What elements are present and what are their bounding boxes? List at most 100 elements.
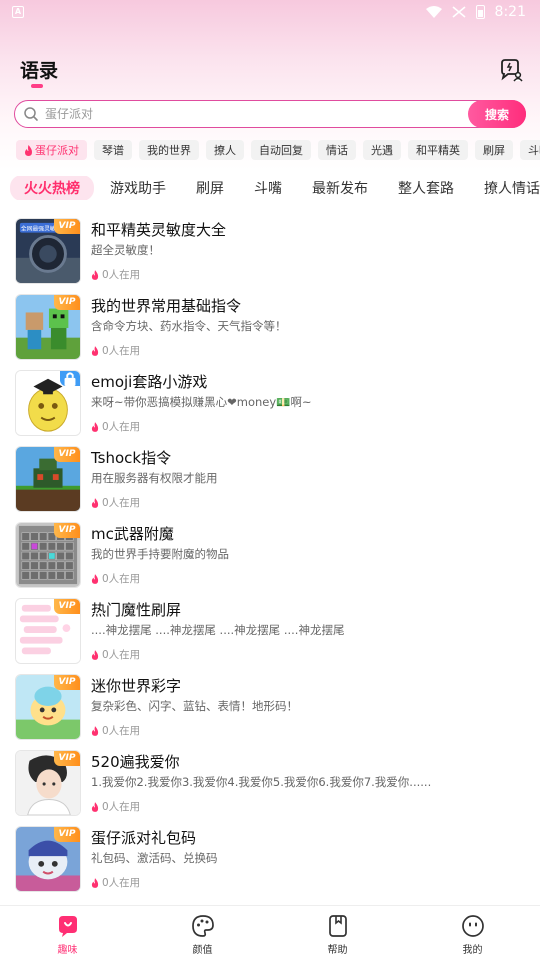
item-thumbnail: VIP	[15, 446, 81, 512]
item-title: 蛋仔派对礼包码	[91, 829, 197, 847]
list-item[interactable]: VIP mc武器附魔 我的世界手持要附魔的物品 0人在用	[0, 518, 540, 594]
item-description: 我的世界手持要附魔的物品	[91, 547, 229, 561]
item-description: 1.我爱你2.我爱你3.我爱你4.我爱你5.我爱你6.我爱你7.我爱你.....…	[91, 775, 432, 789]
item-usage: 0人在用	[91, 875, 140, 890]
item-thumbnail: VIP	[15, 522, 81, 588]
tag-item[interactable]: 情话	[318, 140, 356, 160]
tab-latest[interactable]: 最新发布	[312, 178, 368, 198]
item-thumbnail: VIP	[15, 294, 81, 360]
item-thumbnail: VIP	[15, 750, 81, 816]
clock: 8:21	[494, 4, 526, 20]
item-description: 用在服务器有权限才能用	[91, 471, 218, 485]
face-icon	[461, 915, 484, 937]
search-input[interactable]	[45, 107, 525, 121]
vip-badge: VIP	[54, 751, 80, 766]
tag-item[interactable]: 光遇	[363, 140, 401, 160]
list-item[interactable]: VIP 蛋仔派对礼包码 礼包码、激活码、兑换码 0人在用	[0, 822, 540, 898]
nav-fun[interactable]: 趣味	[0, 906, 135, 960]
tag-item[interactable]: 撩人	[206, 140, 244, 160]
tab-game-helper[interactable]: 游戏助手	[110, 178, 166, 198]
title-indicator	[31, 84, 43, 88]
list-item[interactable]: VIP 520遍我爱你 1.我爱你2.我爱你3.我爱你4.我爱你5.我爱你6.我…	[0, 746, 540, 822]
item-description: 礼包码、激活码、兑换码	[91, 851, 218, 865]
search-button[interactable]: 搜索	[468, 100, 526, 128]
item-usage: 0人在用	[91, 799, 140, 814]
vip-badge: VIP	[54, 219, 80, 234]
list-item[interactable]: emoji套路小游戏 来呀~带你恶搞模拟赚黑心❤money💵啊~ 0人在用	[0, 366, 540, 442]
nav-label: 我的	[462, 945, 483, 956]
flame-icon	[91, 573, 99, 584]
tab-pranks[interactable]: 整人套路	[398, 178, 454, 198]
search-bar: 搜索	[14, 100, 526, 128]
item-title: mc武器附魔	[91, 525, 174, 543]
lock-badge	[60, 371, 80, 386]
chat-bubble-icon	[58, 916, 77, 937]
tab-spam[interactable]: 刷屏	[196, 178, 224, 198]
battery-icon	[475, 5, 485, 19]
nav-looks[interactable]: 颜值	[135, 906, 270, 960]
item-title: 520遍我爱你	[91, 753, 180, 771]
list-item[interactable]: 全网最强灵敏度 VIP 和平精英灵敏度大全 超全灵敏度！ 0人在用	[0, 214, 540, 290]
item-title: 热门魔性刷屏	[91, 601, 182, 619]
book-icon	[328, 915, 347, 937]
signal-icon	[452, 6, 466, 18]
tab-flirt[interactable]: 撩人情话	[484, 178, 540, 198]
flame-icon	[91, 649, 99, 660]
nav-label: 帮助	[327, 945, 348, 956]
item-usage: 0人在用	[91, 571, 140, 586]
list-item[interactable]: VIP 我的世界常用基础指令 含命令方块、药水指令、天气指令等！ 0人在用	[0, 290, 540, 366]
tag-item[interactable]: 我的世界	[139, 140, 199, 160]
flame-icon	[91, 725, 99, 736]
tag-item[interactable]: 刷屏	[475, 140, 513, 160]
item-thumbnail: VIP	[15, 598, 81, 664]
tag-item[interactable]: 蛋仔派对	[16, 140, 87, 160]
item-description: 超全灵敏度！	[91, 243, 160, 257]
palette-icon	[191, 915, 214, 937]
item-title: 和平精英灵敏度大全	[91, 221, 227, 239]
item-title: emoji套路小游戏	[91, 373, 208, 391]
page-title: 语录	[20, 60, 59, 82]
wifi-icon	[425, 6, 442, 18]
list-item[interactable]: VIP 热门魔性刷屏 ....神龙摆尾 ....神龙摆尾 ....神龙摆尾 ..…	[0, 594, 540, 670]
category-tabs: 火火热榜 游戏助手 刷屏 斗嘴 最新发布 整人套路 撩人情话	[10, 176, 540, 200]
header: 语录	[0, 50, 540, 94]
item-description: 含命令方块、药水指令、天气指令等！	[91, 319, 287, 333]
tag-item[interactable]: 和平精英	[408, 140, 468, 160]
nav-help[interactable]: 帮助	[270, 906, 405, 960]
list-item[interactable]: VIP 迷你世界彩字 复杂彩色、闪字、蓝钻、表情！地形码！ 0人在用	[0, 670, 540, 746]
item-description: ....神龙摆尾 ....神龙摆尾 ....神龙摆尾 ....神龙摆尾	[91, 623, 345, 637]
status-bar: A 8:21	[0, 0, 540, 24]
vip-badge: VIP	[54, 295, 80, 310]
chat-user-icon[interactable]	[498, 57, 524, 83]
search-icon	[24, 107, 38, 121]
bottom-navigation: 趣味 颜值 帮助 我的	[0, 905, 540, 960]
nav-mine[interactable]: 我的	[405, 906, 540, 960]
item-usage: 0人在用	[91, 723, 140, 738]
app-notification-icon: A	[12, 6, 24, 18]
item-usage: 0人在用	[91, 495, 140, 510]
flame-icon	[91, 801, 99, 812]
nav-label: 颜值	[192, 945, 213, 956]
tag-item[interactable]: 琴谱	[94, 140, 132, 160]
vip-badge: VIP	[54, 675, 80, 690]
tab-banter[interactable]: 斗嘴	[254, 178, 282, 198]
flame-icon	[91, 877, 99, 888]
flame-icon	[91, 345, 99, 356]
item-usage: 0人在用	[91, 267, 140, 282]
hot-tags: 蛋仔派对 琴谱 我的世界 撩人 自动回复 情话 光遇 和平精英 刷屏 斗嘴	[16, 140, 540, 162]
vip-badge: VIP	[54, 599, 80, 614]
lock-icon	[64, 372, 76, 386]
tag-item[interactable]: 斗嘴	[520, 140, 540, 160]
item-thumbnail: VIP	[15, 674, 81, 740]
item-description: 复杂彩色、闪字、蓝钻、表情！地形码！	[91, 699, 298, 713]
item-thumbnail: VIP	[15, 826, 81, 892]
tag-item[interactable]: 自动回复	[251, 140, 311, 160]
item-thumbnail: 全网最强灵敏度 VIP	[15, 218, 81, 284]
content-list: 全网最强灵敏度 VIP 和平精英灵敏度大全 超全灵敏度！ 0人在用 VIP 我的…	[0, 214, 540, 898]
list-item[interactable]: VIP Tshock指令 用在服务器有权限才能用 0人在用	[0, 442, 540, 518]
item-title: Tshock指令	[91, 449, 172, 467]
item-usage: 0人在用	[91, 343, 140, 358]
item-thumbnail	[15, 370, 81, 436]
tab-hot[interactable]: 火火热榜	[10, 176, 94, 200]
item-title: 迷你世界彩字	[91, 677, 182, 695]
